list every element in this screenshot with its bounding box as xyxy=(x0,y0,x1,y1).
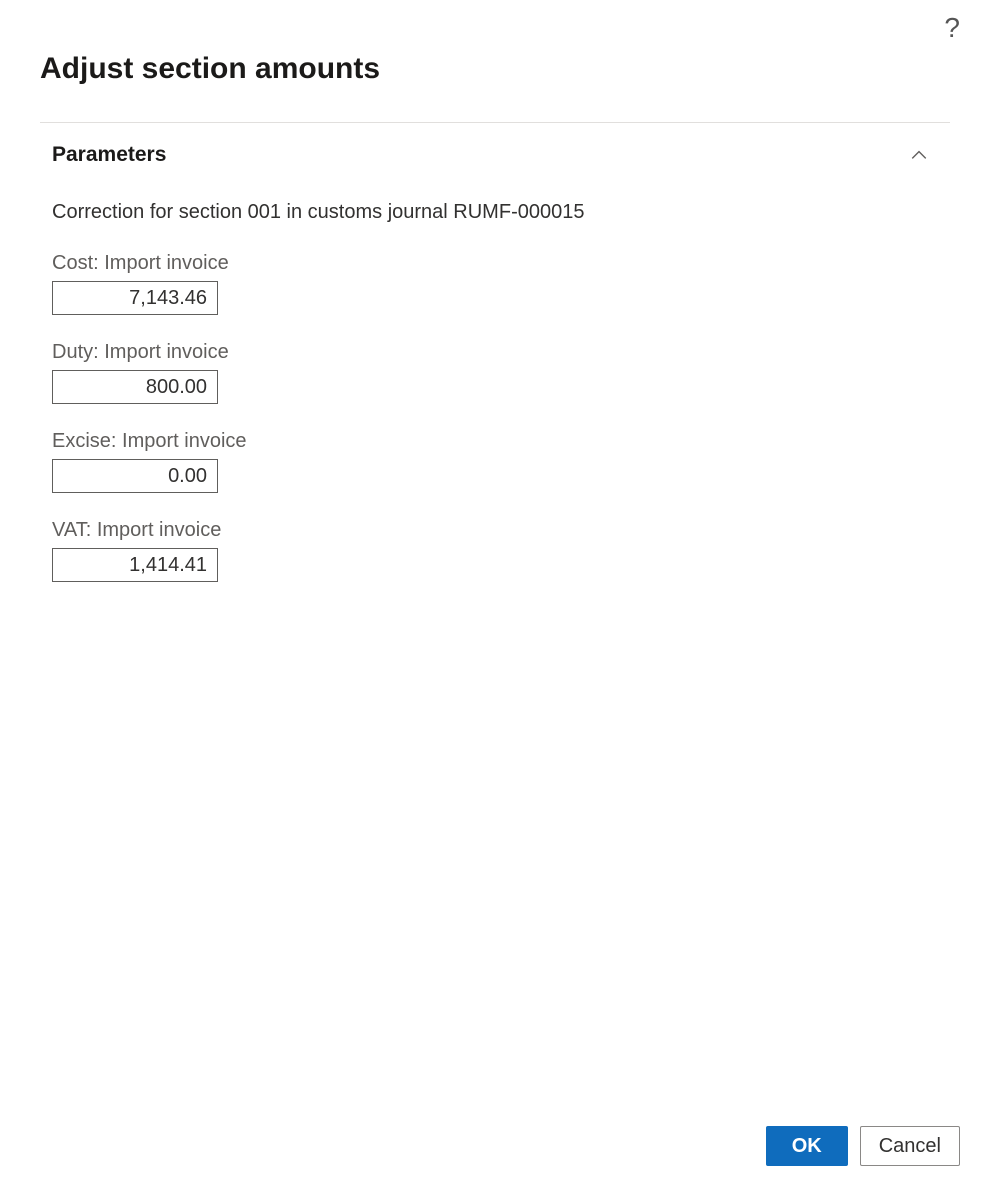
section-body: Correction for section 001 in customs jo… xyxy=(0,167,990,582)
chevron-up-icon xyxy=(910,146,928,164)
vat-input[interactable] xyxy=(52,548,218,582)
duty-input[interactable] xyxy=(52,370,218,404)
button-bar: OK Cancel xyxy=(766,1126,960,1166)
section-description: Correction for section 001 in customs jo… xyxy=(52,201,950,224)
field-label-vat: VAT: Import invoice xyxy=(52,519,950,542)
field-duty: Duty: Import invoice xyxy=(52,341,950,404)
excise-input[interactable] xyxy=(52,459,218,493)
cost-input[interactable] xyxy=(52,281,218,315)
section-title: Parameters xyxy=(52,143,166,167)
field-excise: Excise: Import invoice xyxy=(52,430,950,493)
field-label-duty: Duty: Import invoice xyxy=(52,341,950,364)
dialog-title: Adjust section amounts xyxy=(0,0,990,86)
cancel-button[interactable]: Cancel xyxy=(860,1126,960,1166)
ok-button[interactable]: OK xyxy=(766,1126,848,1166)
field-vat: VAT: Import invoice xyxy=(52,519,950,582)
help-icon[interactable]: ? xyxy=(944,12,960,44)
field-label-excise: Excise: Import invoice xyxy=(52,430,950,453)
field-label-cost: Cost: Import invoice xyxy=(52,252,950,275)
field-cost: Cost: Import invoice xyxy=(52,252,950,315)
section-header-parameters[interactable]: Parameters xyxy=(0,123,990,167)
